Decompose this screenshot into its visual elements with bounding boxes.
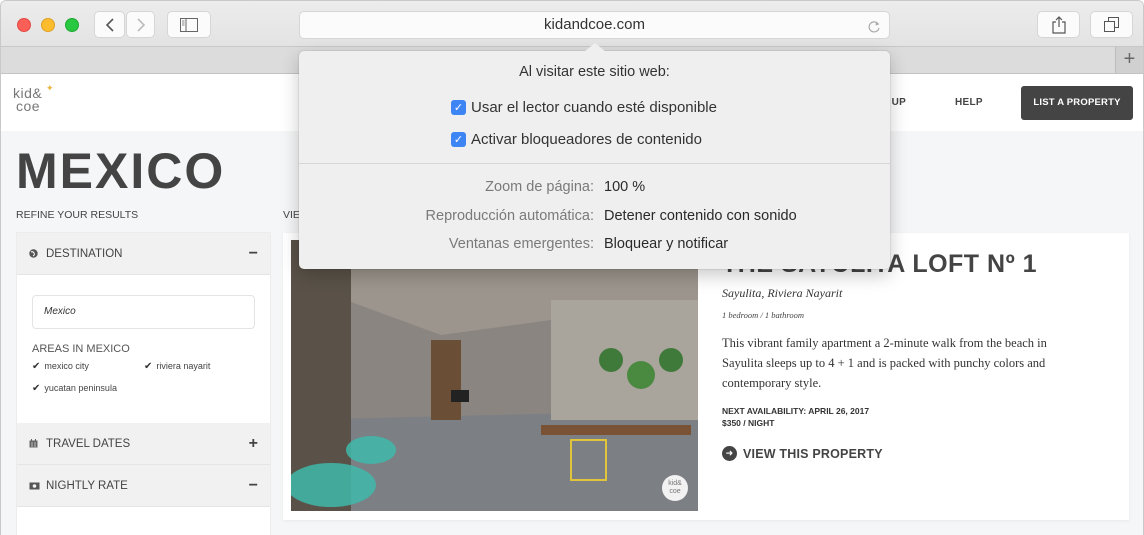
filter-travel-dates-label: TRAVEL DATES (46, 437, 131, 450)
area-checkbox-yucatan-peninsula[interactable]: ✔ yucatan peninsula (32, 383, 117, 394)
close-window-button[interactable] (17, 18, 31, 32)
collapse-icon[interactable]: − (249, 477, 258, 495)
calendar-icon (29, 439, 41, 448)
forward-button[interactable] (126, 11, 155, 38)
content-blockers-checkbox[interactable]: ✓ Activar bloqueadores de contenido (451, 131, 702, 148)
globe-icon (29, 249, 41, 258)
listing-card: kid& coe THE SAYULITA LOFT Nº 1 Sayulita… (283, 233, 1129, 520)
star-icon: ✦ (46, 83, 55, 93)
view-property-link[interactable]: ➜ VIEW THIS PROPERTY (722, 446, 883, 461)
next-availability: NEXT AVAILABILITY: APRIL 26, 2017 (722, 406, 870, 416)
popups-select[interactable]: Bloquear y notificar (604, 236, 728, 252)
view-property-label: VIEW THIS PROPERTY (743, 446, 883, 461)
list-property-button[interactable]: LIST A PROPERTY (1021, 86, 1133, 120)
zoom-window-button[interactable] (65, 18, 79, 32)
collapse-icon[interactable]: − (249, 245, 258, 263)
area-label: riviera nayarit (156, 361, 211, 371)
popover-divider (299, 163, 890, 164)
listing-rooms: 1 bedroom / 1 bathroom (722, 310, 805, 320)
destination-input[interactable]: Mexico (32, 295, 255, 329)
popover-arrow (584, 43, 606, 52)
badge-line-1: kid& (668, 480, 682, 487)
areas-title: AREAS IN MEXICO (32, 343, 130, 355)
filter-nightly-rate-header[interactable]: NIGHTLY RATE − (17, 465, 270, 507)
share-button[interactable] (1037, 11, 1080, 38)
minimize-window-button[interactable] (41, 18, 55, 32)
filter-nightly-rate-label: NIGHTLY RATE (46, 479, 128, 492)
url-text: kidandcoe.com (544, 16, 645, 33)
filter-travel-dates-header[interactable]: TRAVEL DATES + (17, 423, 270, 465)
page-zoom-label: Zoom de página: (485, 179, 594, 195)
listing-availability: NEXT AVAILABILITY: APRIL 26, 2017 $350 /… (722, 405, 869, 429)
plus-icon: + (1123, 48, 1136, 70)
popover-title: Al visitar este sitio web: (519, 64, 670, 80)
chevron-left-icon (105, 17, 114, 32)
filter-panel: DESTINATION − Mexico AREAS IN MEXICO ✔ me… (16, 232, 271, 535)
page-zoom-select[interactable]: 100 % (604, 179, 645, 195)
address-bar[interactable]: kidandcoe.com (299, 11, 890, 39)
money-icon (29, 482, 41, 490)
badge-line-2: coe (669, 488, 681, 495)
sidebar-toggle-button[interactable] (167, 11, 211, 38)
area-checkbox-mexico-city[interactable]: ✔ mexico city (32, 361, 89, 372)
autoplay-label: Reproducción automática: (425, 208, 594, 224)
checkbox-checked-icon[interactable]: ✓ (451, 132, 466, 147)
area-checkbox-riviera-nayarit[interactable]: ✔ riviera nayarit (144, 361, 210, 372)
sidebar-icon (180, 17, 198, 32)
logo-line-2: coe (16, 98, 41, 114)
new-tab-button[interactable]: + (1115, 47, 1143, 73)
expand-icon[interactable]: + (249, 435, 258, 453)
nightly-price: $350 / NIGHT (722, 418, 775, 428)
filter-destination-header[interactable]: DESTINATION − (17, 233, 270, 275)
back-button[interactable] (94, 11, 125, 38)
area-label: mexico city (44, 361, 89, 371)
share-icon (1051, 15, 1066, 34)
website-settings-popover: Al visitar este sitio web: ✓ Usar el lec… (299, 43, 890, 269)
listing-photo[interactable]: kid& coe (291, 240, 698, 511)
page-title: MEXICO (16, 143, 226, 199)
content-blockers-label: Activar bloqueadores de contenido (471, 131, 702, 148)
nav-help[interactable]: HELP (955, 97, 983, 108)
checkmark-icon: ✔ (32, 383, 41, 394)
tabs-overview-icon (1104, 17, 1119, 32)
refine-results-label: REFINE YOUR RESULTS (16, 209, 139, 221)
listing-description: This vibrant family apartment a 2-minute… (722, 336, 1047, 390)
reload-icon[interactable] (867, 17, 881, 43)
checkmark-icon: ✔ (144, 361, 153, 372)
popups-label: Ventanas emergentes: (448, 236, 594, 252)
filter-destination-label: DESTINATION (46, 247, 123, 260)
photo-watermark-logo: kid& coe (662, 475, 688, 501)
view-label: VIE (283, 209, 300, 221)
checkbox-checked-icon[interactable]: ✓ (451, 100, 466, 115)
tab-overview-button[interactable] (1090, 11, 1133, 38)
site-logo[interactable]: kid& coe ✦ (13, 83, 54, 114)
safari-window: kidandcoe.com + kid& coe ✦ N UP HELP LIS… (0, 0, 1144, 535)
chevron-right-icon (136, 17, 145, 32)
browser-toolbar: kidandcoe.com (1, 1, 1143, 47)
autoplay-select[interactable]: Detener contenido con sonido (604, 208, 797, 224)
use-reader-label: Usar el lector cuando esté disponible (471, 99, 717, 116)
checkmark-icon: ✔ (32, 361, 41, 372)
listing-location: Sayulita, Riviera Nayarit (722, 286, 843, 300)
use-reader-checkbox[interactable]: ✓ Usar el lector cuando esté disponible (451, 99, 717, 116)
area-label: yucatan peninsula (44, 383, 117, 393)
arrow-right-circle-icon: ➜ (722, 446, 737, 461)
